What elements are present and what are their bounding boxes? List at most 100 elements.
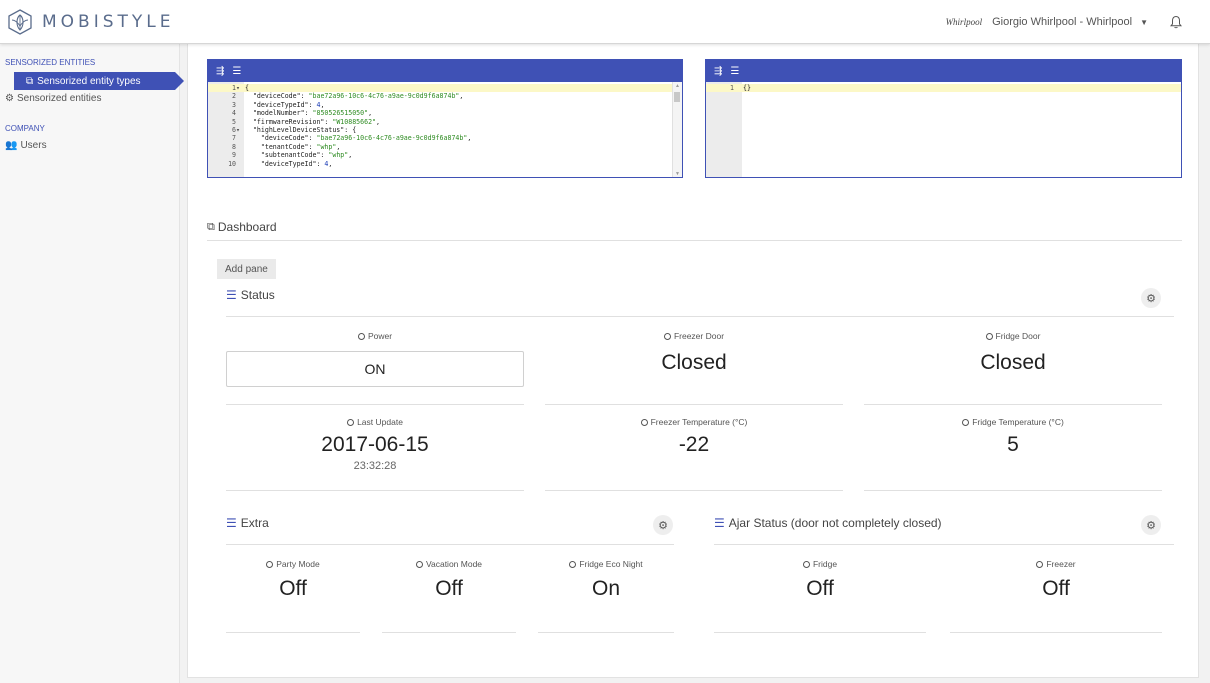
- code-area[interactable]: 1▾ {2 "deviceCode": "bae72a96-10c6-4c76-a…: [208, 84, 682, 168]
- code-text: "firmwareRevision": "W10885662",: [245, 117, 380, 126]
- editor-body[interactable]: 1 {}: [706, 82, 1181, 177]
- line-number: 1: [730, 84, 738, 92]
- editor-body[interactable]: 1▾ {2 "deviceCode": "bae72a96-10c6-4c76-a…: [208, 82, 682, 177]
- widget-vacation-mode: Vacation Mode Off: [382, 559, 516, 633]
- code-text: {}: [743, 84, 751, 92]
- sidebar-item-label: Sensorized entities: [16, 93, 102, 104]
- editor-scrollbar[interactable]: ▲ ▼: [672, 82, 682, 177]
- widget-value: -22: [678, 433, 710, 456]
- widget-value: 2017-06-15: [321, 433, 429, 456]
- code-line[interactable]: 4 "modelNumber": "850526515050",: [208, 109, 682, 117]
- pane-title-status: ☰ Status: [226, 288, 275, 302]
- compact-json-icon[interactable]: ☰: [232, 66, 241, 77]
- code-line[interactable]: 1▾ {: [208, 84, 682, 93]
- code-line[interactable]: 5 "firmwareRevision": "W10885662",: [208, 118, 682, 126]
- widget-label: Last Update: [357, 417, 403, 427]
- sidebar-item-users[interactable]: 👥 Users: [5, 140, 47, 151]
- code-line[interactable]: 10 "deviceTypeId": 4,: [208, 160, 682, 168]
- add-pane-button[interactable]: Add pane: [217, 259, 276, 279]
- widget-value: Off: [435, 577, 463, 600]
- bell-icon[interactable]: [1170, 15, 1182, 29]
- status-ring-icon: [266, 560, 274, 568]
- code-line[interactable]: 9 "subtenantCode": "whp",: [208, 151, 682, 159]
- format-json-icon[interactable]: ⇶: [714, 66, 722, 77]
- code-text: "highLevelDeviceStatus": {: [245, 125, 357, 134]
- code-text: "deviceTypeId": 4,: [245, 100, 325, 109]
- sidebar: SENSORIZED ENTITIES ⧉ Sensorized entity …: [0, 44, 184, 683]
- scroll-down-icon[interactable]: ▼: [675, 171, 680, 177]
- mobistyle-logo-icon: [8, 9, 32, 35]
- editor-toolbar: ⇶ ☰: [208, 60, 682, 82]
- widget-freezer-door: Freezer Door Closed: [545, 331, 843, 405]
- copy-icon: ⧉: [26, 75, 34, 87]
- ajar-pane-settings-gear-icon[interactable]: ⚙: [1141, 515, 1161, 535]
- widget-fridge-eco-night: Fridge Eco Night On: [538, 559, 674, 633]
- code-line[interactable]: 8 "tenantCode": "whp",: [208, 143, 682, 151]
- section-label-company: COMPANY: [5, 124, 45, 133]
- line-number: 5: [232, 117, 240, 126]
- widget-freezer-temperature: Freezer Temperature (°C) -22: [545, 417, 843, 491]
- widget-fridge-door: Fridge Door Closed: [864, 331, 1162, 405]
- line-number: 2: [232, 92, 240, 101]
- pane-title-text: Ajar Status (door not completely closed): [728, 516, 942, 530]
- code-text: "subtenantCode": "whp",: [245, 151, 353, 160]
- sidebar-item-sensorized-entities[interactable]: ⚙ Sensorized entities: [5, 93, 101, 104]
- status-ring-icon: [569, 560, 577, 568]
- scrollbar-thumb[interactable]: [674, 92, 680, 102]
- pane-title-text: Extra: [240, 516, 269, 530]
- code-text: "deviceCode": "bae72a96-10c6-4c76-a9ae-9…: [245, 92, 464, 101]
- widget-fridge-temperature: Fridge Temperature (°C) 5: [864, 417, 1162, 491]
- copy-icon: ⧉: [207, 220, 215, 233]
- code-line[interactable]: 7 "deviceCode": "bae72a96-10c6-4c76-a9ae…: [208, 134, 682, 142]
- menu-icon: ☰: [226, 288, 237, 302]
- format-json-icon[interactable]: ⇶: [216, 66, 224, 77]
- sidebar-item-label: Sensorized entity types: [37, 75, 141, 87]
- pane-title-ajar-status: ☰ Ajar Status (door not completely close…: [714, 516, 942, 530]
- code-line[interactable]: 1 {}: [706, 84, 1181, 93]
- line-number: 7: [232, 134, 240, 143]
- widget-last-update: Last Update 2017-06-15 23:32:28: [226, 417, 524, 491]
- line-number: 8: [232, 142, 240, 151]
- divider: [226, 316, 1174, 317]
- code-area[interactable]: 1 {}: [706, 84, 1181, 93]
- json-editor-input[interactable]: ⇶ ☰ 1▾ {2 "deviceCode": "bae72a96-10c6-4c…: [207, 59, 683, 178]
- extra-pane-settings-gear-icon[interactable]: ⚙: [653, 515, 673, 535]
- code-line[interactable]: 6▾ "highLevelDeviceStatus": {: [208, 126, 682, 134]
- widget-value: Off: [806, 577, 834, 600]
- dashboard-title-text: Dashboard: [217, 220, 277, 234]
- compact-json-icon[interactable]: ☰: [730, 66, 739, 77]
- widget-value: Closed: [661, 351, 727, 374]
- widget-power: Power ON: [226, 331, 524, 405]
- widget-label: Fridge Eco Night: [579, 559, 643, 569]
- status-ring-icon: [1036, 560, 1044, 568]
- divider: [714, 544, 1174, 545]
- json-editor-output[interactable]: ⇶ ☰ 1 {}: [705, 59, 1182, 178]
- widget-party-mode: Party Mode Off: [226, 559, 360, 633]
- divider: [226, 544, 674, 545]
- scroll-up-icon[interactable]: ▲: [675, 83, 680, 89]
- user-menu[interactable]: Whirlpool Giorgio Whirlpool - Whirlpool …: [946, 0, 1182, 44]
- line-number: 6▾: [232, 125, 240, 134]
- code-text: "deviceCode": "bae72a96-10c6-4c76-a9ae-9…: [245, 134, 472, 143]
- code-line[interactable]: 3 "deviceTypeId": 4,: [208, 101, 682, 109]
- widget-value: On: [591, 577, 620, 600]
- widget-label: Fridge: [812, 559, 838, 569]
- widget-value: Off: [279, 577, 307, 600]
- widget-value: 5: [1007, 433, 1019, 456]
- brand-name: MOBISTYLE: [42, 12, 175, 32]
- brand[interactable]: MOBISTYLE: [0, 0, 180, 44]
- status-pane-settings-gear-icon[interactable]: ⚙: [1141, 288, 1161, 308]
- sidebar-item-sensorized-entity-types[interactable]: ⧉ Sensorized entity types: [14, 72, 184, 90]
- widget-label: Party Mode: [276, 559, 320, 569]
- code-text: "tenantCode": "whp",: [245, 142, 341, 151]
- widget-ajar-fridge: Fridge Off: [714, 559, 926, 633]
- status-ring-icon: [415, 560, 423, 568]
- main-content: ⇶ ☰ 1▾ {2 "deviceCode": "bae72a96-10c6-4c…: [187, 44, 1199, 678]
- dashboard-title: ⧉ Dashboard: [207, 220, 277, 234]
- section-label-sensorized-entities: SENSORIZED ENTITIES: [5, 58, 96, 67]
- line-number: 10: [228, 159, 240, 168]
- power-toggle-button[interactable]: ON: [226, 351, 524, 387]
- divider: [207, 240, 1182, 241]
- code-line[interactable]: 2 "deviceCode": "bae72a96-10c6-4c76-a9ae…: [208, 92, 682, 100]
- sidebar-item-label: Users: [20, 140, 47, 151]
